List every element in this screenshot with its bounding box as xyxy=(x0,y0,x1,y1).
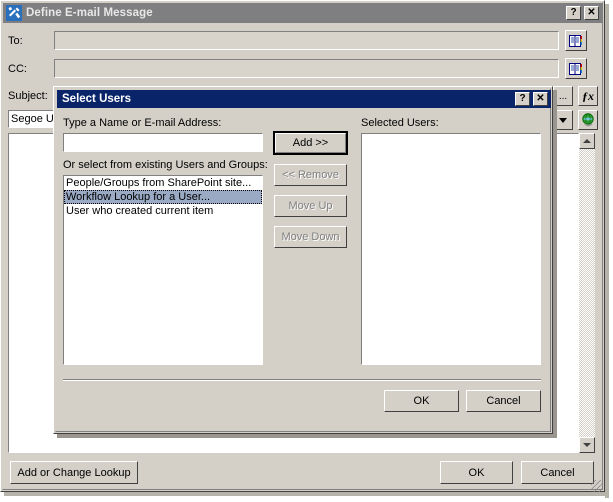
window-shadow-right xyxy=(605,4,609,498)
existing-users-listbox[interactable]: People/Groups from SharePoint site... Wo… xyxy=(63,175,263,365)
chevron-down-icon xyxy=(559,117,567,123)
cc-label: CC: xyxy=(8,62,27,75)
dialog-ok-button[interactable]: OK xyxy=(384,390,459,412)
cc-address-book-button[interactable] xyxy=(565,58,587,79)
font-name-input[interactable]: Segoe UI xyxy=(8,110,56,128)
move-down-button[interactable]: Move Down xyxy=(274,226,347,248)
dialog-cancel-button[interactable]: Cancel xyxy=(466,390,541,412)
outer-ok-button[interactable]: OK xyxy=(440,461,513,484)
scroll-down-button[interactable] xyxy=(579,437,595,453)
address-book-icon xyxy=(569,62,582,75)
to-address-book-button[interactable] xyxy=(565,30,587,51)
window-title: Define E-mail Message xyxy=(26,7,153,19)
scroll-up-button[interactable] xyxy=(579,133,595,149)
insert-hyperlink-button[interactable] xyxy=(578,110,598,130)
resize-grip[interactable] xyxy=(591,480,603,492)
selected-users-label: Selected Users: xyxy=(361,117,439,129)
dialog-title: Select Users xyxy=(62,93,132,105)
footer-separator xyxy=(63,379,541,381)
existing-users-label: Or select from existing Users and Groups… xyxy=(63,159,268,171)
scroll-down-arrow-icon xyxy=(583,443,591,447)
address-book-icon xyxy=(569,34,582,47)
outer-cancel-button[interactable]: Cancel xyxy=(521,461,594,484)
subject-formula-button[interactable]: ƒx xyxy=(578,86,598,106)
dialog-shadow-right xyxy=(553,90,557,438)
add-button-label: Add >> xyxy=(275,133,346,153)
window-shadow-bottom xyxy=(4,492,609,496)
move-up-button[interactable]: Move Up xyxy=(274,195,347,217)
help-button[interactable]: ? xyxy=(566,6,581,20)
subject-label: Subject: xyxy=(8,89,48,102)
dialog-help-button[interactable]: ? xyxy=(515,92,530,106)
selected-users-listbox[interactable] xyxy=(361,133,541,365)
name-field-label: Type a Name or E-mail Address: xyxy=(63,117,222,129)
to-input[interactable] xyxy=(54,31,559,50)
remove-button[interactable]: << Remove xyxy=(274,164,347,186)
sharepoint-designer-icon xyxy=(6,5,22,21)
cc-row: CC: xyxy=(8,58,597,79)
close-button[interactable]: ✕ xyxy=(584,6,599,20)
add-or-change-lookup-button[interactable]: Add or Change Lookup xyxy=(10,461,138,484)
list-item[interactable]: People/Groups from SharePoint site... xyxy=(64,176,262,190)
name-input[interactable] xyxy=(63,133,263,152)
dialog-close-button[interactable]: ✕ xyxy=(533,92,548,106)
scroll-up-arrow-icon xyxy=(583,139,591,143)
window-titlebar[interactable]: Define E-mail Message ? ✕ xyxy=(3,3,602,23)
list-item[interactable]: Workflow Lookup for a User... xyxy=(64,190,262,204)
cc-input[interactable] xyxy=(54,59,559,78)
dialog-shadow-bottom xyxy=(57,434,557,438)
to-row: To: xyxy=(8,30,597,51)
globe-icon xyxy=(581,112,594,126)
message-body-scrollbar[interactable] xyxy=(579,133,595,453)
select-users-dialog: Select Users ? ✕ Type a Name or E-mail A… xyxy=(53,86,553,434)
list-item[interactable]: User who created current item xyxy=(64,204,262,218)
to-label: To: xyxy=(8,34,23,47)
add-button[interactable]: Add >> xyxy=(273,131,348,155)
dialog-titlebar[interactable]: Select Users ? ✕ xyxy=(57,90,551,108)
